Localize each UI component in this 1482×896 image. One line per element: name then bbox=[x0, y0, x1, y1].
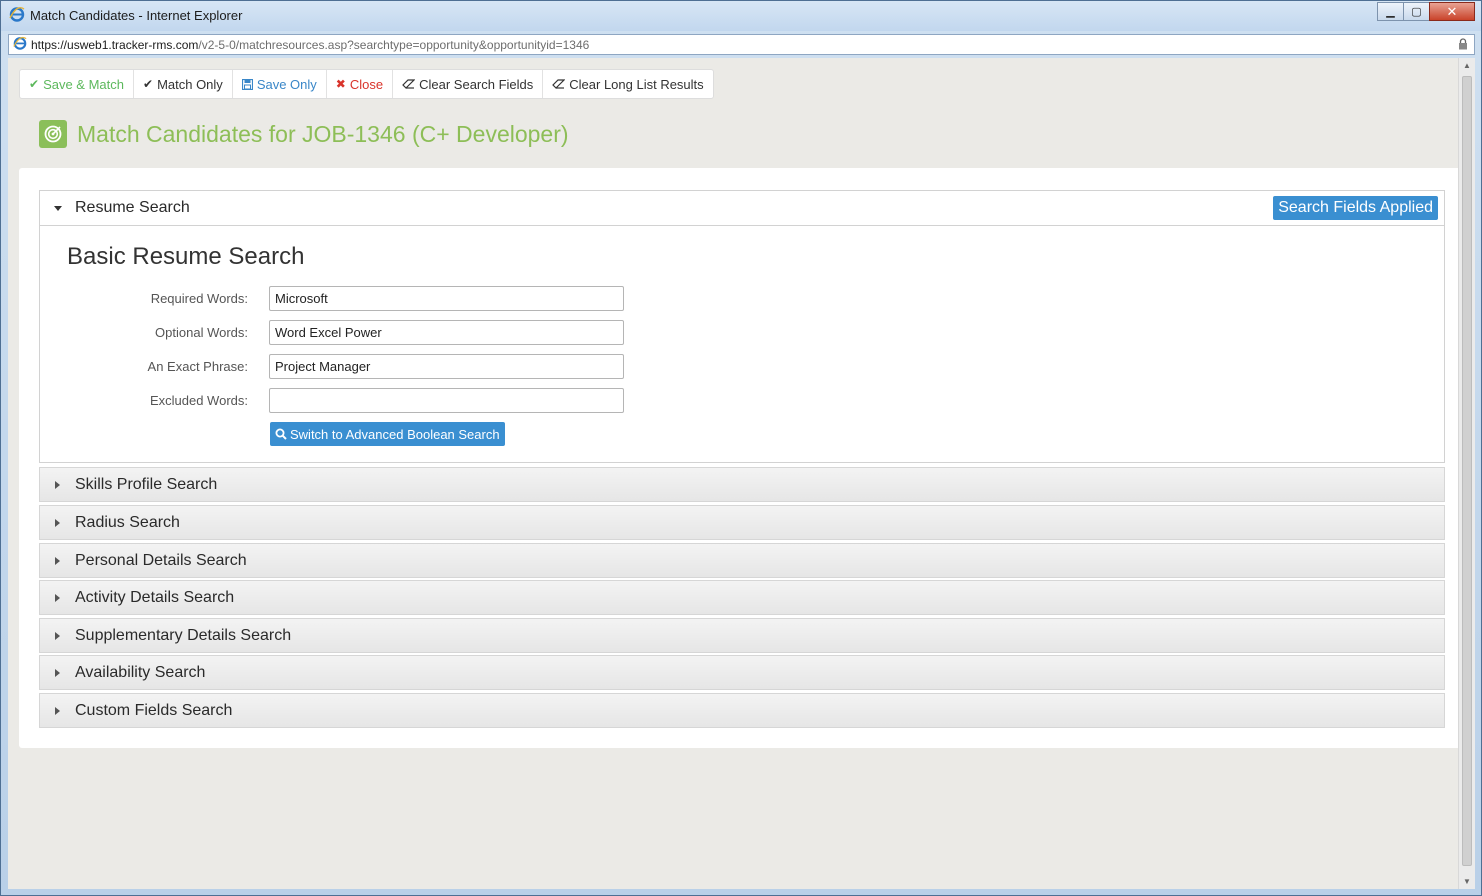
caret-right-icon bbox=[55, 632, 60, 640]
supplementary-details-search-section[interactable]: Supplementary Details Search bbox=[39, 618, 1445, 653]
minimize-icon: ▁ bbox=[1386, 6, 1395, 18]
exact-phrase-label: An Exact Phrase: bbox=[147, 359, 248, 374]
radius-search-section[interactable]: Radius Search bbox=[39, 505, 1445, 540]
section-title: Supplementary Details Search bbox=[75, 627, 292, 644]
check-icon: ✔ bbox=[29, 77, 40, 91]
personal-details-search-section[interactable]: Personal Details Search bbox=[39, 543, 1445, 578]
availability-search-section[interactable]: Availability Search bbox=[39, 655, 1445, 690]
resume-search-section: Resume Search Search Fields Applied Basi… bbox=[39, 190, 1445, 463]
caret-right-icon bbox=[55, 669, 60, 677]
excluded-words-label: Excluded Words: bbox=[149, 393, 248, 408]
page-icon bbox=[13, 36, 27, 53]
match-only-label: Match Only bbox=[157, 76, 223, 92]
required-words-label: Required Words: bbox=[150, 291, 248, 306]
resume-search-header[interactable]: Resume Search Search Fields Applied bbox=[40, 191, 1444, 226]
save-only-button[interactable]: Save Only bbox=[233, 70, 327, 98]
excluded-words-input[interactable] bbox=[269, 388, 624, 413]
section-title: Availability Search bbox=[75, 664, 206, 681]
page-title: Match Candidates for JOB-1346 (C+ Develo… bbox=[77, 120, 569, 147]
required-words-row: Required Words: bbox=[40, 286, 640, 312]
action-toolbar: ✔ Save & Match ✔ Match Only Save Only ✖ … bbox=[19, 69, 714, 99]
search-icon bbox=[275, 428, 287, 440]
caret-right-icon bbox=[55, 557, 60, 565]
search-fields-applied-badge: Search Fields Applied bbox=[1273, 196, 1438, 220]
optional-words-input[interactable] bbox=[269, 320, 624, 345]
page-content: ✔ Save & Match ✔ Match Only Save Only ✖ … bbox=[8, 58, 1475, 889]
scrollbar-thumb[interactable] bbox=[1462, 76, 1472, 866]
optional-words-label: Optional Words: bbox=[155, 325, 248, 340]
basic-resume-search-title: Basic Resume Search bbox=[67, 243, 305, 270]
url-domain: usweb1.tracker-rms.com bbox=[67, 37, 199, 52]
clear-search-fields-label: Clear Search Fields bbox=[419, 76, 534, 92]
clear-long-list-label: Clear Long List Results bbox=[569, 76, 704, 92]
browser-window: Match Candidates - Internet Explorer ▁ ▢… bbox=[0, 0, 1482, 896]
scroll-up-icon[interactable]: ▲ bbox=[1463, 61, 1471, 70]
clear-search-fields-button[interactable]: Clear Search Fields bbox=[393, 70, 544, 98]
close-icon: ✕ bbox=[1446, 3, 1458, 19]
caret-right-icon bbox=[55, 594, 60, 602]
minimize-button[interactable]: ▁ bbox=[1377, 2, 1404, 21]
maximize-icon: ▢ bbox=[1411, 6, 1422, 18]
close-button[interactable]: ✖ Close bbox=[327, 70, 394, 98]
optional-words-row: Optional Words: bbox=[40, 320, 640, 346]
skills-profile-search-section[interactable]: Skills Profile Search bbox=[39, 467, 1445, 502]
save-only-label: Save Only bbox=[256, 76, 317, 92]
caret-down-icon bbox=[54, 206, 62, 211]
excluded-words-row: Excluded Words: bbox=[40, 388, 640, 414]
activity-details-search-section[interactable]: Activity Details Search bbox=[39, 580, 1445, 615]
target-icon bbox=[39, 120, 67, 148]
caret-right-icon bbox=[55, 707, 60, 715]
window-title: Match Candidates - Internet Explorer bbox=[30, 8, 243, 23]
caret-right-icon bbox=[55, 481, 60, 489]
required-words-input[interactable] bbox=[269, 286, 624, 311]
save-and-match-label: Save & Match bbox=[43, 76, 124, 92]
scroll-down-icon[interactable]: ▼ bbox=[1463, 877, 1471, 886]
vertical-scrollbar[interactable]: ▲ ▼ bbox=[1458, 58, 1475, 889]
switch-to-boolean-search-label: Switch to Advanced Boolean Search bbox=[290, 426, 500, 442]
caret-right-icon bbox=[55, 519, 60, 527]
exact-phrase-input[interactable] bbox=[269, 354, 624, 379]
page-heading: Match Candidates for JOB-1346 (C+ Develo… bbox=[39, 120, 569, 148]
floppy-disk-icon bbox=[241, 78, 253, 90]
times-icon: ✖ bbox=[335, 77, 346, 91]
window-controls: ▁ ▢ ✕ bbox=[1377, 2, 1475, 21]
address-bar[interactable]: https://usweb1.tracker-rms.com/v2-5-0/ma… bbox=[8, 34, 1475, 55]
check-icon: ✔ bbox=[143, 77, 154, 91]
match-only-button[interactable]: ✔ Match Only bbox=[134, 70, 233, 98]
lock-icon[interactable] bbox=[1458, 38, 1468, 53]
section-title: Activity Details Search bbox=[75, 589, 235, 606]
url-scheme: https:// bbox=[31, 37, 68, 52]
section-title: Custom Fields Search bbox=[75, 702, 233, 719]
resume-search-title: Resume Search bbox=[75, 199, 190, 216]
save-and-match-button[interactable]: ✔ Save & Match bbox=[20, 70, 134, 98]
custom-fields-search-section[interactable]: Custom Fields Search bbox=[39, 693, 1445, 728]
section-title: Skills Profile Search bbox=[75, 476, 218, 493]
url-path: /v2-5-0/matchresources.asp?searchtype=op… bbox=[198, 37, 590, 52]
internet-explorer-icon bbox=[9, 6, 25, 27]
clear-long-list-button[interactable]: Clear Long List Results bbox=[543, 70, 712, 98]
title-bar: Match Candidates - Internet Explorer ▁ ▢… bbox=[1, 1, 1481, 31]
eraser-icon bbox=[402, 79, 416, 89]
close-window-button[interactable]: ✕ bbox=[1429, 2, 1475, 21]
eraser-icon bbox=[552, 79, 566, 89]
maximize-button[interactable]: ▢ bbox=[1403, 2, 1430, 21]
section-title: Radius Search bbox=[75, 514, 180, 531]
switch-to-boolean-search-button[interactable]: Switch to Advanced Boolean Search bbox=[270, 422, 505, 446]
section-title: Personal Details Search bbox=[75, 552, 247, 569]
close-label: Close bbox=[349, 76, 384, 92]
exact-phrase-row: An Exact Phrase: bbox=[40, 354, 640, 380]
search-panel: Resume Search Search Fields Applied Basi… bbox=[19, 168, 1465, 748]
